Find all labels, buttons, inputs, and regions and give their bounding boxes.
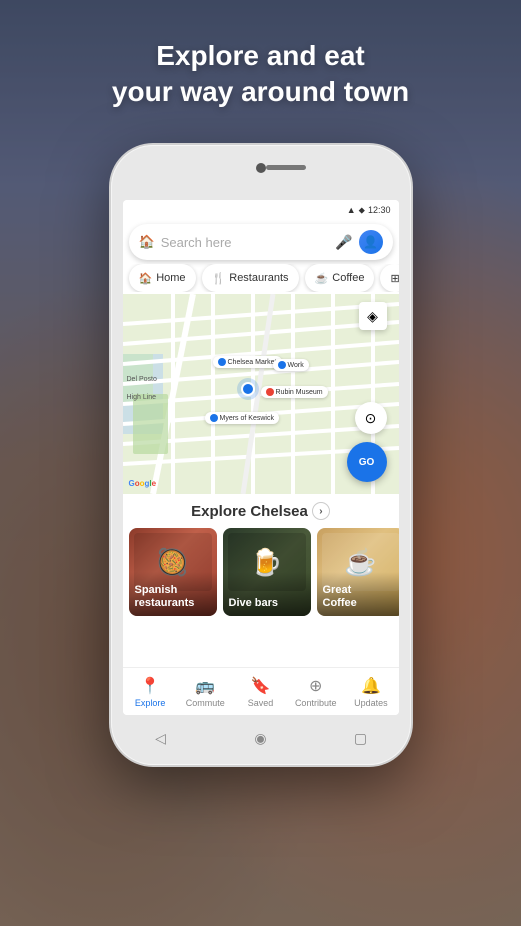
explore-header: Explore Chelsea › xyxy=(123,502,399,520)
explore-icon: 📍 xyxy=(140,676,160,696)
home-icon: 🏠 xyxy=(139,272,153,285)
coffee-icon: ☕ xyxy=(315,272,329,285)
back-button[interactable]: ◁ xyxy=(150,727,172,749)
chip-restaurants-label: Restaurants xyxy=(229,272,288,284)
headline: Explore and eat your way around town xyxy=(0,38,521,111)
card-label-coffee: GreatCoffee xyxy=(323,584,399,610)
go-label: GO xyxy=(359,457,375,468)
category-chips: 🏠 Home 🍴 Restaurants ☕ Coffee ⊞ xyxy=(123,264,399,292)
commute-nav-label: Commute xyxy=(186,698,225,708)
poi-myers: Myers of Keswick xyxy=(205,412,279,424)
map-area[interactable]: Chelsea Market Work Rubin Museum Myers o… xyxy=(123,294,399,494)
nav-updates[interactable]: 🔔 Updates xyxy=(343,668,398,715)
recents-button[interactable]: ▢ xyxy=(350,727,372,749)
home-button[interactable]: ◉ xyxy=(250,727,272,749)
explore-section: Explore Chelsea › 🥘 Spanishrestaurants 🍺 xyxy=(123,494,399,620)
card-great-coffee[interactable]: ☕ GreatCoffee xyxy=(317,528,399,616)
card-label-dive-bars: Dive bars xyxy=(229,597,307,610)
grid-icon: ⊞ xyxy=(390,272,398,285)
home-search-icon: 🏠 xyxy=(139,234,155,250)
search-bar[interactable]: 🏠 Search here 🎤 👤 xyxy=(129,224,393,260)
status-time: 12:30 xyxy=(368,205,391,215)
chip-restaurants[interactable]: 🍴 Restaurants xyxy=(202,264,299,292)
headline-line1: Explore and eat xyxy=(0,38,521,74)
phone-body: ▲ ⬥ 12:30 🏠 Search here 🎤 👤 🏠 Home xyxy=(111,145,411,765)
nav-explore[interactable]: 📍 Explore xyxy=(123,668,178,715)
nav-commute[interactable]: 🚌 Commute xyxy=(178,668,233,715)
bottom-navigation: 📍 Explore 🚌 Commute 🔖 Saved ⊕ Contribute… xyxy=(123,667,399,715)
contribute-icon: ⊕ xyxy=(309,676,322,696)
signal-icon: ▲ xyxy=(347,205,356,215)
avatar-icon: 👤 xyxy=(363,235,378,249)
map-go-button[interactable]: GO xyxy=(347,442,387,482)
poi-rubin-museum: Rubin Museum xyxy=(261,386,328,398)
label-high-line: High Line xyxy=(127,394,157,401)
chip-home-label: Home xyxy=(156,272,185,284)
chip-more[interactable]: ⊞ xyxy=(380,264,398,292)
layers-icon: ◈ xyxy=(367,308,378,325)
card-spanish-restaurants[interactable]: 🥘 Spanishrestaurants xyxy=(129,528,217,616)
explore-nav-label: Explore xyxy=(135,698,166,708)
status-icons: ▲ ⬥ 12:30 xyxy=(347,205,391,216)
user-avatar[interactable]: 👤 xyxy=(359,230,383,254)
place-cards-row: 🥘 Spanishrestaurants 🍺 Dive bars ☕ xyxy=(123,528,399,616)
explore-arrow[interactable]: › xyxy=(312,502,330,520)
location-icon: ⊙ xyxy=(365,410,377,427)
user-location-marker xyxy=(241,382,255,396)
explore-title: Explore Chelsea xyxy=(191,503,308,520)
map-location-button[interactable]: ⊙ xyxy=(355,402,387,434)
poi-chelsea-market: Chelsea Market xyxy=(213,356,282,368)
contribute-nav-label: Contribute xyxy=(295,698,337,708)
nav-saved[interactable]: 🔖 Saved xyxy=(233,668,288,715)
poi-work: Work xyxy=(273,359,309,371)
camera-dot xyxy=(256,163,266,173)
card-label-spanish: Spanishrestaurants xyxy=(135,584,213,610)
fork-icon: 🍴 xyxy=(212,272,226,285)
label-del-posto: Del Posto xyxy=(127,376,157,383)
saved-icon: 🔖 xyxy=(251,676,271,696)
chip-coffee-label: Coffee xyxy=(332,272,364,284)
saved-nav-label: Saved xyxy=(248,698,274,708)
search-placeholder: Search here xyxy=(161,235,329,250)
chip-coffee[interactable]: ☕ Coffee xyxy=(305,264,375,292)
google-logo: Google xyxy=(129,479,157,488)
phone-frame: ▲ ⬥ 12:30 🏠 Search here 🎤 👤 🏠 Home xyxy=(111,145,411,765)
speaker-grille xyxy=(266,165,306,170)
updates-nav-label: Updates xyxy=(354,698,388,708)
card-dive-bars[interactable]: 🍺 Dive bars xyxy=(223,528,311,616)
updates-icon: 🔔 xyxy=(361,676,381,696)
nav-contribute[interactable]: ⊕ Contribute xyxy=(288,668,343,715)
map-layers-button[interactable]: ◈ xyxy=(359,302,387,330)
phone-nav-bar: ◁ ◉ ▢ xyxy=(111,727,411,749)
mic-icon[interactable]: 🎤 xyxy=(335,234,352,251)
status-bar: ▲ ⬥ 12:30 xyxy=(123,200,399,220)
wifi-icon: ⬥ xyxy=(359,205,365,216)
headline-line2: your way around town xyxy=(0,74,521,110)
chip-home[interactable]: 🏠 Home xyxy=(129,264,196,292)
commute-icon: 🚌 xyxy=(195,676,215,696)
phone-screen: ▲ ⬥ 12:30 🏠 Search here 🎤 👤 🏠 Home xyxy=(123,200,399,715)
